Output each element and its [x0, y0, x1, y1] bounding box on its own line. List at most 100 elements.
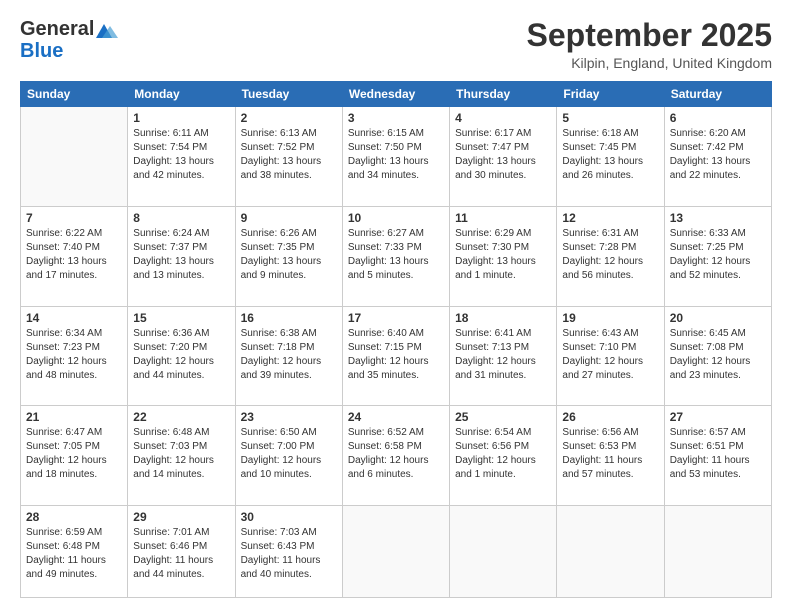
calendar-cell: 21 Sunrise: 6:47 AM Sunset: 7:05 PM Dayli…: [21, 406, 128, 506]
calendar-cell: 9 Sunrise: 6:26 AM Sunset: 7:35 PM Daylig…: [235, 206, 342, 306]
cell-info: Sunrise: 6:52 AM Sunset: 6:58 PM Dayligh…: [348, 426, 444, 482]
calendar-cell: 3 Sunrise: 6:15 AM Sunset: 7:50 PM Daylig…: [342, 107, 449, 207]
day-number: 16: [241, 311, 337, 325]
calendar-cell: 10 Sunrise: 6:27 AM Sunset: 7:33 PM Dayli…: [342, 206, 449, 306]
cell-info: Sunrise: 6:27 AM Sunset: 7:33 PM Dayligh…: [348, 227, 444, 283]
day-number: 24: [348, 410, 444, 424]
calendar-cell: 13 Sunrise: 6:33 AM Sunset: 7:25 PM Dayli…: [664, 206, 771, 306]
weekday-header: Friday: [557, 82, 664, 107]
calendar-table: SundayMondayTuesdayWednesdayThursdayFrid…: [20, 81, 772, 598]
weekday-header: Thursday: [450, 82, 557, 107]
calendar-cell: 18 Sunrise: 6:41 AM Sunset: 7:13 PM Dayli…: [450, 306, 557, 406]
calendar-cell: 29 Sunrise: 7:01 AM Sunset: 6:46 PM Dayli…: [128, 506, 235, 598]
calendar-cell: 8 Sunrise: 6:24 AM Sunset: 7:37 PM Daylig…: [128, 206, 235, 306]
calendar-cell: [21, 107, 128, 207]
calendar-week-row: 1 Sunrise: 6:11 AM Sunset: 7:54 PM Daylig…: [21, 107, 772, 207]
cell-info: Sunrise: 6:34 AM Sunset: 7:23 PM Dayligh…: [26, 327, 122, 383]
weekday-header: Monday: [128, 82, 235, 107]
day-number: 10: [348, 211, 444, 225]
day-number: 12: [562, 211, 658, 225]
cell-info: Sunrise: 6:41 AM Sunset: 7:13 PM Dayligh…: [455, 327, 551, 383]
calendar-cell: 30Sunrise: 7:03 AM Sunset: 6:43 PM Dayli…: [235, 506, 342, 598]
cell-info: Sunrise: 6:26 AM Sunset: 7:35 PM Dayligh…: [241, 227, 337, 283]
cell-info: Sunrise: 6:48 AM Sunset: 7:03 PM Dayligh…: [133, 426, 229, 482]
cell-info: Sunrise: 6:40 AM Sunset: 7:15 PM Dayligh…: [348, 327, 444, 383]
weekday-header: Wednesday: [342, 82, 449, 107]
cell-info: Sunrise: 6:11 AM Sunset: 7:54 PM Dayligh…: [133, 127, 229, 183]
day-number: 4: [455, 111, 551, 125]
cell-info: Sunrise: 7:01 AM Sunset: 6:46 PM Dayligh…: [133, 526, 229, 582]
calendar-cell: 23Sunrise: 6:50 AM Sunset: 7:00 PM Dayli…: [235, 406, 342, 506]
calendar-cell: 6 Sunrise: 6:20 AM Sunset: 7:42 PM Daylig…: [664, 107, 771, 207]
day-number: 18: [455, 311, 551, 325]
cell-info: Sunrise: 6:47 AM Sunset: 7:05 PM Dayligh…: [26, 426, 122, 482]
calendar-week-row: 21 Sunrise: 6:47 AM Sunset: 7:05 PM Dayli…: [21, 406, 772, 506]
day-number: 8: [133, 211, 229, 225]
day-number: 13: [670, 211, 766, 225]
calendar-week-row: 7 Sunrise: 6:22 AM Sunset: 7:40 PM Daylig…: [21, 206, 772, 306]
cell-info: Sunrise: 6:50 AM Sunset: 7:00 PM Dayligh…: [241, 426, 337, 482]
calendar-cell: 16 Sunrise: 6:38 AM Sunset: 7:18 PM Dayli…: [235, 306, 342, 406]
weekday-header: Sunday: [21, 82, 128, 107]
weekday-header: Saturday: [664, 82, 771, 107]
day-number: 20: [670, 311, 766, 325]
calendar-cell: 11 Sunrise: 6:29 AM Sunset: 7:30 PM Dayli…: [450, 206, 557, 306]
calendar-week-row: 14 Sunrise: 6:34 AM Sunset: 7:23 PM Dayli…: [21, 306, 772, 406]
day-number: 27: [670, 410, 766, 424]
cell-info: Sunrise: 6:22 AM Sunset: 7:40 PM Dayligh…: [26, 227, 122, 283]
cell-info: Sunrise: 6:59 AM Sunset: 6:48 PM Dayligh…: [26, 526, 122, 582]
calendar-header-row: SundayMondayTuesdayWednesdayThursdayFrid…: [21, 82, 772, 107]
logo-general: General: [20, 18, 94, 41]
cell-info: Sunrise: 6:17 AM Sunset: 7:47 PM Dayligh…: [455, 127, 551, 183]
cell-info: Sunrise: 6:43 AM Sunset: 7:10 PM Dayligh…: [562, 327, 658, 383]
day-number: 3: [348, 111, 444, 125]
calendar-cell: 4 Sunrise: 6:17 AM Sunset: 7:47 PM Daylig…: [450, 107, 557, 207]
day-number: 22: [133, 410, 229, 424]
cell-info: Sunrise: 6:31 AM Sunset: 7:28 PM Dayligh…: [562, 227, 658, 283]
day-number: 29: [133, 510, 229, 524]
logo-blue: Blue: [20, 41, 63, 61]
cell-info: Sunrise: 6:29 AM Sunset: 7:30 PM Dayligh…: [455, 227, 551, 283]
cell-info: Sunrise: 6:15 AM Sunset: 7:50 PM Dayligh…: [348, 127, 444, 183]
day-number: 15: [133, 311, 229, 325]
calendar-cell: 7 Sunrise: 6:22 AM Sunset: 7:40 PM Daylig…: [21, 206, 128, 306]
day-number: 14: [26, 311, 122, 325]
calendar-cell: 14 Sunrise: 6:34 AM Sunset: 7:23 PM Dayli…: [21, 306, 128, 406]
day-number: 21: [26, 410, 122, 424]
day-number: 7: [26, 211, 122, 225]
day-number: 11: [455, 211, 551, 225]
calendar-cell: 28 Sunrise: 6:59 AM Sunset: 6:48 PM Dayli…: [21, 506, 128, 598]
day-number: 28: [26, 510, 122, 524]
calendar-cell: 2 Sunrise: 6:13 AM Sunset: 7:52 PM Daylig…: [235, 107, 342, 207]
day-number: 9: [241, 211, 337, 225]
calendar-cell: [557, 506, 664, 598]
cell-info: Sunrise: 6:38 AM Sunset: 7:18 PM Dayligh…: [241, 327, 337, 383]
cell-info: Sunrise: 6:24 AM Sunset: 7:37 PM Dayligh…: [133, 227, 229, 283]
cell-info: Sunrise: 6:13 AM Sunset: 7:52 PM Dayligh…: [241, 127, 337, 183]
cell-info: Sunrise: 7:03 AM Sunset: 6:43 PM Dayligh…: [241, 526, 337, 582]
calendar-cell: 20Sunrise: 6:45 AM Sunset: 7:08 PM Dayli…: [664, 306, 771, 406]
location: Kilpin, England, United Kingdom: [527, 55, 772, 71]
calendar-cell: 22 Sunrise: 6:48 AM Sunset: 7:03 PM Dayli…: [128, 406, 235, 506]
day-number: 6: [670, 111, 766, 125]
cell-info: Sunrise: 6:20 AM Sunset: 7:42 PM Dayligh…: [670, 127, 766, 183]
calendar-cell: 1 Sunrise: 6:11 AM Sunset: 7:54 PM Daylig…: [128, 107, 235, 207]
calendar-cell: 26Sunrise: 6:56 AM Sunset: 6:53 PM Dayli…: [557, 406, 664, 506]
calendar-cell: 12 Sunrise: 6:31 AM Sunset: 7:28 PM Dayli…: [557, 206, 664, 306]
calendar-cell: 5Sunrise: 6:18 AM Sunset: 7:45 PM Daylig…: [557, 107, 664, 207]
month-title: September 2025: [527, 18, 772, 53]
day-number: 26: [562, 410, 658, 424]
day-number: 2: [241, 111, 337, 125]
calendar-cell: 27 Sunrise: 6:57 AM Sunset: 6:51 PM Dayli…: [664, 406, 771, 506]
calendar-cell: 17Sunrise: 6:40 AM Sunset: 7:15 PM Dayli…: [342, 306, 449, 406]
calendar-week-row: 28 Sunrise: 6:59 AM Sunset: 6:48 PM Dayli…: [21, 506, 772, 598]
day-number: 5: [562, 111, 658, 125]
calendar-cell: [342, 506, 449, 598]
title-block: September 2025 Kilpin, England, United K…: [527, 18, 772, 71]
cell-info: Sunrise: 6:33 AM Sunset: 7:25 PM Dayligh…: [670, 227, 766, 283]
calendar-cell: 25Sunrise: 6:54 AM Sunset: 6:56 PM Dayli…: [450, 406, 557, 506]
cell-info: Sunrise: 6:57 AM Sunset: 6:51 PM Dayligh…: [670, 426, 766, 482]
cell-info: Sunrise: 6:36 AM Sunset: 7:20 PM Dayligh…: [133, 327, 229, 383]
page: General Blue September 2025 Kilpin, Engl…: [0, 0, 792, 612]
day-number: 1: [133, 111, 229, 125]
